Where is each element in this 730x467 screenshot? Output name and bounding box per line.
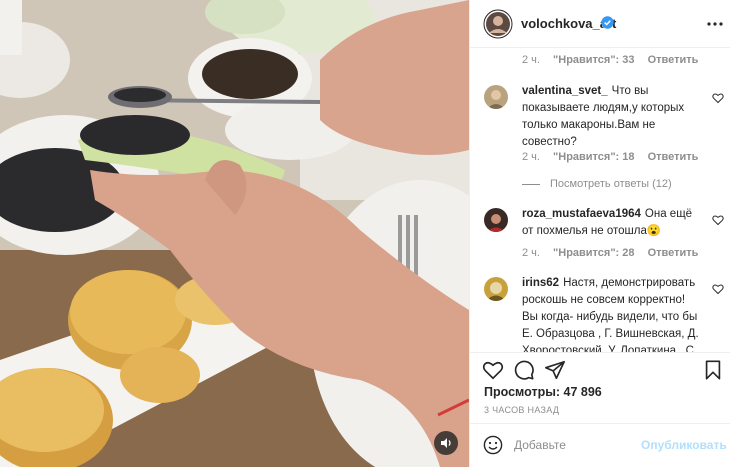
reply-button[interactable]: Ответить bbox=[648, 247, 699, 259]
comment-username[interactable]: valentina_svet_ bbox=[522, 85, 608, 97]
sound-toggle-button[interactable] bbox=[434, 431, 458, 455]
view-count: Просмотры: 47 896 bbox=[484, 385, 602, 399]
commenter-avatar[interactable] bbox=[484, 277, 508, 301]
more-options-icon[interactable] bbox=[706, 15, 724, 33]
comment-likes[interactable]: "Нравится": 18 bbox=[553, 151, 634, 163]
view-replies-label: Посмотреть ответы (12) bbox=[550, 178, 672, 190]
add-comment-bar: Опубликовать bbox=[470, 423, 730, 467]
comment-time: 2 ч. bbox=[522, 247, 540, 259]
comment-like-heart-icon[interactable] bbox=[712, 92, 724, 104]
avatar-image bbox=[484, 85, 508, 109]
comment-body: irins62 Настя, демонстрировать роскошь не… bbox=[522, 275, 700, 352]
post-video[interactable] bbox=[0, 0, 469, 467]
post-sidebar: volochkova_art 2 ч. "Нравится": 33 Ответ… bbox=[469, 0, 730, 467]
avatar-image bbox=[484, 208, 508, 232]
emoji-icon[interactable] bbox=[483, 435, 503, 455]
publish-button[interactable]: Опубликовать bbox=[641, 438, 727, 452]
bookmark-icon[interactable] bbox=[702, 359, 724, 381]
post-header: volochkova_art bbox=[470, 0, 730, 48]
video-frame bbox=[0, 0, 469, 467]
author-avatar[interactable] bbox=[483, 9, 513, 39]
commenter-avatar[interactable] bbox=[484, 85, 508, 109]
comment-time: 2 ч. bbox=[522, 54, 540, 66]
comment-meta: 2 ч. "Нравится": 28 Ответить bbox=[522, 247, 708, 259]
comment-like-heart-icon[interactable] bbox=[712, 214, 724, 226]
post-actions bbox=[470, 352, 730, 386]
comment-input[interactable] bbox=[514, 435, 634, 455]
comment-time: 2 ч. bbox=[522, 151, 540, 163]
send-icon[interactable] bbox=[544, 359, 566, 381]
comment-like-heart-icon[interactable] bbox=[712, 283, 724, 295]
commenter-avatar[interactable] bbox=[484, 208, 508, 232]
avatar-image bbox=[484, 277, 508, 301]
comments-list: 2 ч. "Нравится": 33 Ответить valentina_s… bbox=[470, 48, 730, 352]
comment-body: roza_mustafaeva1964 Она ещё от похмелья н… bbox=[522, 206, 700, 240]
replies-divider bbox=[522, 183, 540, 185]
comment-likes[interactable]: "Нравится": 33 bbox=[553, 54, 634, 66]
comment-meta: 2 ч. "Нравится": 18 Ответить bbox=[522, 151, 708, 163]
comment-likes[interactable]: "Нравится": 28 bbox=[553, 247, 634, 259]
speaker-icon bbox=[441, 438, 451, 448]
comment-username[interactable]: irins62 bbox=[522, 277, 559, 289]
view-replies-button[interactable]: Посмотреть ответы (12) bbox=[522, 178, 672, 190]
comment-body: valentina_svet_ Что вы показываете людям,… bbox=[522, 83, 700, 151]
comment-icon[interactable] bbox=[513, 359, 535, 381]
post-timestamp[interactable]: 3 ЧАСОВ НАЗАД bbox=[484, 405, 559, 415]
reply-button[interactable]: Ответить bbox=[648, 54, 699, 66]
verified-badge-icon bbox=[601, 16, 614, 29]
comment-username[interactable]: roza_mustafaeva1964 bbox=[522, 208, 641, 220]
reply-button[interactable]: Ответить bbox=[648, 151, 699, 163]
comment-meta: 2 ч. "Нравится": 33 Ответить bbox=[522, 54, 708, 66]
heart-icon[interactable] bbox=[482, 359, 504, 381]
